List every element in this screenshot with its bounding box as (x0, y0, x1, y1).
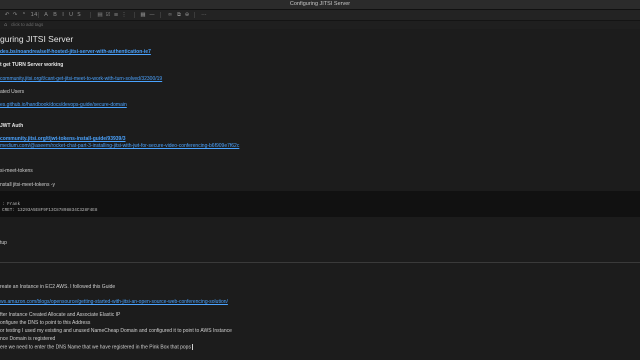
table-icon[interactable]: ▦ (139, 11, 147, 19)
text-cursor (191, 344, 193, 350)
step-dns-name-text: ere we need to enter the DNS Name that w… (0, 344, 191, 351)
code-icon[interactable]: ⊕ (183, 11, 191, 19)
tokens-label: si-meet-tokens (0, 168, 33, 174)
install-command: nstall jitsi-meet-tokens -y (0, 182, 56, 188)
toolbar-separator (90, 12, 91, 18)
link-icon[interactable]: ∞ (166, 11, 174, 19)
note-editor[interactable]: guring JITSI Server des.bs/noandrea/self… (0, 29, 640, 360)
underline-icon[interactable]: U (67, 11, 75, 19)
font-size-icon[interactable]: ⁶ (20, 11, 28, 19)
setup-label: tup (0, 240, 7, 246)
link-aws-jitsi-guide[interactable]: ws.amazon.com/blogs/opensource/getting-s… (0, 299, 228, 305)
strikethrough-icon[interactable]: S (75, 11, 83, 19)
formatting-toolbar: ↶ ↷ ⁶ 14 A B I U S ▤ ☑ ≡ ⋮ ▦ — ∞ ⧉ ⊕ ⋯ (0, 10, 640, 21)
highlight-icon[interactable]: ▤ (96, 11, 104, 19)
bold-icon[interactable]: B (51, 11, 59, 19)
step-dns: onfigure the DNS to point to this Addres… (0, 320, 91, 326)
code-line-app-id: : Frank (2, 202, 21, 207)
section-jwt: JWT Auth (0, 123, 24, 129)
toolbar-separator (38, 12, 39, 18)
section-turn: t get TURN Server working (0, 62, 64, 68)
redo-icon[interactable]: ↷ (11, 11, 19, 19)
divider (0, 262, 640, 263)
section-users: ated Users (0, 89, 25, 95)
tag-input[interactable]: click to add tags (11, 21, 43, 29)
window-titlebar: Configuring JITSI Server (0, 0, 640, 10)
link-secure-domain[interactable]: es.github.io/handbook/docs/devops-guide/… (0, 102, 127, 108)
checkbox-icon[interactable]: ☑ (104, 11, 112, 19)
note-heading: guring JITSI Server (0, 34, 74, 44)
attachment-icon[interactable]: ⧉ (175, 11, 183, 19)
link-jwt-guide[interactable]: community.jitsi.org/t/jwt-tokens-install… (0, 136, 126, 142)
step-elastic-ip: fter Instance Created Allocate and Assoc… (0, 312, 121, 318)
italic-icon[interactable]: I (59, 11, 67, 19)
step-dns-name: ere we need to enter the DNS Name that w… (0, 344, 193, 350)
code-line-secret: CRET: 13293A5E8F9F13C87898834C328F4E8 (2, 208, 98, 213)
toolbar-separator (134, 12, 135, 18)
text-color-icon[interactable]: A (42, 11, 50, 19)
tag-bar[interactable]: ⌂ click to add tags (0, 21, 640, 29)
link-noandrea[interactable]: des.bs/noandrea/self-hosted-jitsi-server… (0, 49, 151, 55)
step-domain-registered: nce Domain is registered (0, 336, 56, 342)
divider-icon[interactable]: — (148, 11, 156, 19)
bullet-list-icon[interactable]: ≡ (112, 11, 120, 19)
toolbar-separator (160, 12, 161, 18)
link-turn-server[interactable]: community.jitsi.org/t/cant-get-jitsi-mee… (0, 76, 162, 82)
tag-icon: ⌂ (4, 22, 8, 28)
link-medium-jwt[interactable]: medium.com/@aseem/rocket-chat-part-3-ins… (0, 143, 239, 149)
code-block[interactable]: : Frank CRET: 13293A5E8F9F13C87898834C32… (0, 191, 640, 217)
font-size-value[interactable]: 14 (30, 11, 38, 19)
numbered-list-icon[interactable]: ⋮ (120, 11, 128, 19)
more-icon[interactable]: ⋯ (200, 11, 208, 19)
step-namecheap: or testing I used my existing and unused… (0, 328, 232, 334)
toolbar-separator (194, 12, 195, 18)
window-title: Configuring JITSI Server (289, 1, 351, 7)
ec2-instruction: reate an Instance in EC2 AWS. I followed… (0, 284, 116, 290)
undo-icon[interactable]: ↶ (3, 11, 11, 19)
